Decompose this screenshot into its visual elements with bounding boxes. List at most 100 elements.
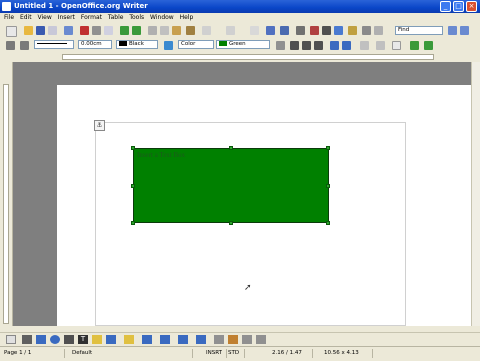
table-icon[interactable]: [266, 26, 275, 35]
menu-tools[interactable]: Tools: [129, 13, 144, 23]
basic-shapes-icon[interactable]: [106, 335, 116, 344]
resize-handle-top-left[interactable]: [131, 146, 135, 150]
draw-line-icon[interactable]: [22, 335, 32, 344]
window-title: Untitled 1 - OpenOffice.org Writer: [14, 2, 148, 10]
zoom-slider[interactable]: [420, 349, 478, 358]
fontwork-gallery-icon[interactable]: [228, 335, 238, 344]
edit-file-icon[interactable]: [64, 26, 73, 35]
wrap-off-icon[interactable]: [290, 41, 299, 50]
ungroup-icon[interactable]: [424, 41, 433, 50]
minimize-button[interactable]: _: [440, 1, 451, 12]
nonprinting-characters-icon[interactable]: [348, 26, 357, 35]
text-box-text[interactable]: Insert a Text Box: [137, 151, 185, 159]
callout-icon[interactable]: [92, 335, 102, 344]
resize-handle-bottom[interactable]: [229, 221, 233, 225]
menu-bar: File Edit View Insert Format Table Tools…: [0, 13, 480, 23]
save-icon[interactable]: [36, 26, 45, 35]
anchor-marker-icon[interactable]: ⚓: [94, 120, 105, 131]
arrange-icon[interactable]: [376, 41, 385, 50]
menu-window[interactable]: Window: [150, 13, 174, 23]
export-pdf-icon[interactable]: [80, 26, 89, 35]
area-icon[interactable]: [164, 41, 173, 50]
spellcheck-icon[interactable]: [120, 26, 129, 35]
wrap-through-icon[interactable]: [314, 41, 323, 50]
paste-icon[interactable]: [172, 26, 181, 35]
menu-insert[interactable]: Insert: [58, 13, 75, 23]
group-icon[interactable]: [410, 41, 419, 50]
wrap-page-icon[interactable]: [302, 41, 311, 50]
vertical-ruler[interactable]: [0, 62, 13, 326]
close-button[interactable]: ×: [466, 1, 477, 12]
new-document-icon[interactable]: [6, 26, 17, 37]
data-sources-icon[interactable]: [334, 26, 343, 35]
mail-icon[interactable]: [48, 26, 57, 35]
page-indicator[interactable]: Page 1 / 1: [2, 349, 65, 358]
find-replace-icon[interactable]: [296, 26, 305, 35]
select-pointer-icon[interactable]: [6, 335, 16, 344]
help-icon[interactable]: [374, 26, 383, 35]
cut-icon[interactable]: [148, 26, 157, 35]
drawing-toolbar: T: [0, 332, 480, 347]
undo-icon[interactable]: [202, 26, 211, 35]
page-preview-icon[interactable]: [104, 26, 113, 35]
resize-handle-top[interactable]: [229, 146, 233, 150]
vertical-scrollbar[interactable]: [471, 62, 480, 326]
hyperlink-icon[interactable]: [250, 26, 259, 35]
print-icon[interactable]: [92, 26, 101, 35]
resize-handle-right[interactable]: [326, 184, 330, 188]
line-color-select[interactable]: Black: [116, 40, 158, 49]
selection-mode[interactable]: STD: [226, 349, 245, 358]
drawing-properties-toolbar: 0.00cm Black Color Green: [0, 38, 480, 53]
green-text-box[interactable]: Insert a Text Box: [131, 146, 330, 225]
copy-icon[interactable]: [160, 26, 169, 35]
show-draw-functions-icon[interactable]: [280, 26, 289, 35]
format-paintbrush-icon[interactable]: [186, 26, 195, 35]
freeform-line-icon[interactable]: [64, 335, 74, 344]
menu-help[interactable]: Help: [180, 13, 194, 23]
autospellcheck-icon[interactable]: [132, 26, 141, 35]
stars-icon[interactable]: [196, 335, 206, 344]
callouts-icon[interactable]: [178, 335, 188, 344]
alignment-icon[interactable]: [360, 41, 369, 50]
insert-mode[interactable]: INSRT: [204, 349, 227, 358]
page-style[interactable]: Default: [70, 349, 193, 358]
from-file-icon[interactable]: [242, 335, 252, 344]
menu-format[interactable]: Format: [81, 13, 102, 23]
open-folder-icon[interactable]: [24, 26, 33, 35]
block-arrows-icon[interactable]: [142, 335, 152, 344]
bring-to-front-icon[interactable]: [330, 41, 339, 50]
line-icon[interactable]: [6, 41, 15, 50]
points-icon[interactable]: [214, 335, 224, 344]
navigator-icon[interactable]: [310, 26, 319, 35]
menu-view[interactable]: View: [38, 13, 52, 23]
line-width-input[interactable]: 0.00cm: [78, 40, 112, 49]
resize-handle-top-right[interactable]: [326, 146, 330, 150]
flowchart-icon[interactable]: [160, 335, 170, 344]
resize-handle-left[interactable]: [131, 184, 135, 188]
menu-table[interactable]: Table: [108, 13, 124, 23]
gallery-icon[interactable]: [322, 26, 331, 35]
arrow-style-icon[interactable]: [20, 41, 29, 50]
title-bar: Untitled 1 - OpenOffice.org Writer _ □ ×: [0, 0, 480, 13]
resize-handle-bottom-right[interactable]: [326, 221, 330, 225]
menu-edit[interactable]: Edit: [20, 13, 32, 23]
area-color-select[interactable]: Green: [216, 40, 270, 49]
send-to-back-icon[interactable]: [342, 41, 351, 50]
symbol-shapes-icon[interactable]: [124, 335, 134, 344]
anchor-icon[interactable]: [392, 41, 401, 50]
rectangle-icon[interactable]: [36, 335, 46, 344]
shadow-icon[interactable]: [276, 41, 285, 50]
find-next-icon[interactable]: [460, 26, 469, 35]
extrusion-icon[interactable]: [256, 335, 266, 344]
area-style-select[interactable]: Color: [178, 40, 214, 49]
find-input[interactable]: Find: [395, 26, 443, 35]
maximize-button[interactable]: □: [453, 1, 464, 12]
text-icon[interactable]: T: [78, 335, 88, 344]
resize-handle-bottom-left[interactable]: [131, 221, 135, 225]
menu-file[interactable]: File: [4, 13, 14, 23]
zoom-icon[interactable]: [362, 26, 371, 35]
find-previous-icon[interactable]: [448, 26, 457, 35]
redo-icon[interactable]: [226, 26, 235, 35]
line-style-select[interactable]: [34, 40, 74, 49]
ellipse-icon[interactable]: [50, 335, 60, 344]
